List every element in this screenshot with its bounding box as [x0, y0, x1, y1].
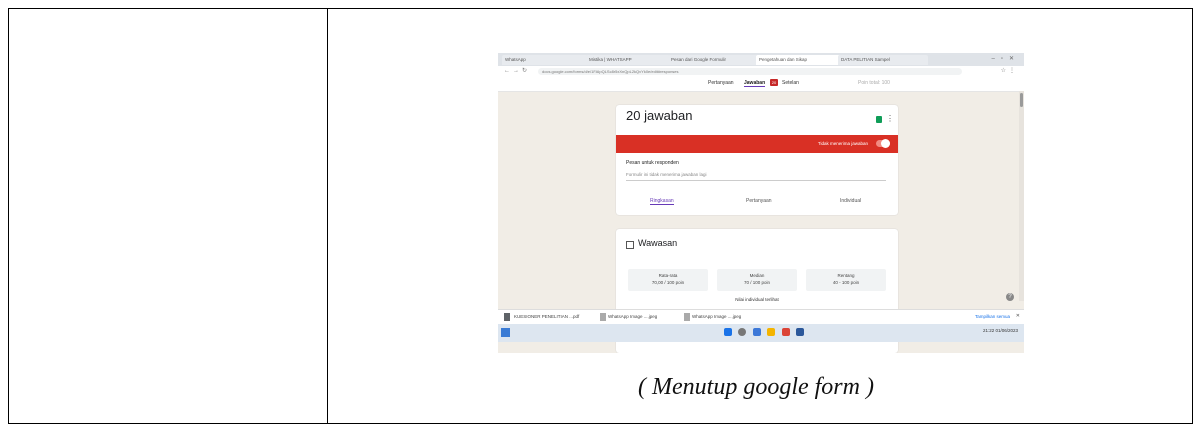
scrollbar-thumb[interactable] [1020, 93, 1023, 107]
browser-tab[interactable]: WhatsApp [502, 55, 588, 65]
stat-label: Rentang [837, 273, 855, 278]
individual-link[interactable]: Nilai individual terlihat [616, 297, 898, 302]
column-divider [327, 9, 328, 423]
stat-label: Median [749, 273, 765, 278]
widgets-icon[interactable] [501, 328, 510, 337]
url-field[interactable]: docs.google.com/forms/d/e/1FAIpQLSc8r5xX… [538, 68, 962, 75]
message-input[interactable]: Formulir ini tidak menerima jawaban lagi [626, 172, 886, 181]
close-icon[interactable]: ✕ [1016, 313, 1020, 319]
tab-strip: WhatsApp Mistika | WHATSAPP Pesan dari G… [498, 53, 1024, 66]
start-icon[interactable] [724, 328, 732, 336]
accepting-toggle[interactable] [876, 139, 890, 148]
browser-tab-active[interactable]: Pengetahuan dan Sikap [756, 55, 840, 65]
scrollbar[interactable] [1019, 91, 1024, 301]
clock-date: 01/06/2023 [995, 328, 1018, 333]
folder-icon[interactable] [767, 328, 776, 336]
help-icon[interactable]: ? [1006, 293, 1014, 301]
subtab-question[interactable]: Pertanyaan [746, 198, 772, 204]
stat-average: Rata-rata 70,00 / 100 poin [628, 269, 708, 291]
image-file-icon [684, 313, 690, 321]
not-accepting-banner: Tidak menerima jawaban [616, 135, 898, 153]
word-icon[interactable] [795, 328, 804, 336]
pdf-file-icon [504, 313, 510, 321]
taskbar-apps [724, 328, 809, 338]
subtab-individual[interactable]: Individual [840, 198, 861, 204]
browser-tab[interactable]: Pesan dari Google Formulir [668, 55, 758, 65]
edge-icon[interactable] [752, 328, 761, 336]
tab-responses[interactable]: Jawaban [744, 80, 766, 87]
tab-questions[interactable]: Pertanyaan [708, 80, 734, 86]
browser-tab[interactable]: DATA PELITIAN Sampel [838, 55, 928, 65]
stat-median: Median 70 / 100 poin [717, 269, 797, 291]
stat-value: 70 / 100 poin [743, 280, 771, 285]
image-file-icon [600, 313, 606, 321]
insights-icon [626, 241, 634, 249]
caption: ( Menutup google form ) [638, 374, 874, 400]
responses-title: 20 jawaban [626, 108, 693, 123]
download-item[interactable]: WhatsApp Image ....jpeg [692, 314, 741, 319]
downloads-bar: KUESIONER PENELITIAN ...pdf WhatsApp Ima… [498, 309, 1024, 325]
total-points: Poin total: 100 [858, 80, 890, 86]
message-label: Pesan untuk responden [626, 160, 679, 166]
window-controls[interactable]: –▫✕ [992, 55, 1021, 62]
stat-value: 70,00 / 100 poin [651, 280, 685, 285]
responses-summary-card: 20 jawaban ⋮ Tidak menerima jawaban Pesa… [616, 105, 898, 215]
download-item[interactable]: WhatsApp Image ....jpeg [608, 314, 657, 319]
extension-icons[interactable]: ☆⋮ [1001, 67, 1018, 74]
system-tray[interactable]: 21:22 01/06/2023 [983, 328, 1018, 333]
chrome-icon[interactable] [781, 328, 790, 336]
sheets-icon[interactable] [876, 116, 882, 123]
search-icon[interactable] [738, 328, 747, 336]
download-item[interactable]: KUESIONER PENELITIAN ...pdf [514, 314, 579, 319]
nav-buttons[interactable]: ←→↻ [504, 67, 530, 74]
more-vert-icon[interactable]: ⋮ [886, 114, 894, 123]
subtab-summary[interactable]: Ringkasan [650, 198, 674, 205]
clock-time: 21:22 [982, 328, 995, 333]
responses-count-badge: 20 [770, 79, 778, 86]
form-nav: Pertanyaan Jawaban 20 Setelan Poin total… [498, 77, 1024, 92]
stat-range: Rentang 40 - 100 poin [806, 269, 886, 291]
tab-settings[interactable]: Setelan [782, 80, 799, 86]
taskbar: 21:22 01/06/2023 [498, 324, 1024, 342]
browser-screenshot: WhatsApp Mistika | WHATSAPP Pesan dari G… [498, 53, 1024, 353]
browser-tab[interactable]: Mistika | WHATSAPP [586, 55, 670, 65]
insights-title: Wawasan [638, 238, 678, 248]
stat-label: Rata-rata [658, 273, 678, 278]
stat-value: 40 - 100 poin [832, 280, 860, 285]
accepting-label: Tidak menerima jawaban [817, 141, 868, 146]
show-all-downloads[interactable]: Tampilkan semua [975, 314, 1010, 319]
